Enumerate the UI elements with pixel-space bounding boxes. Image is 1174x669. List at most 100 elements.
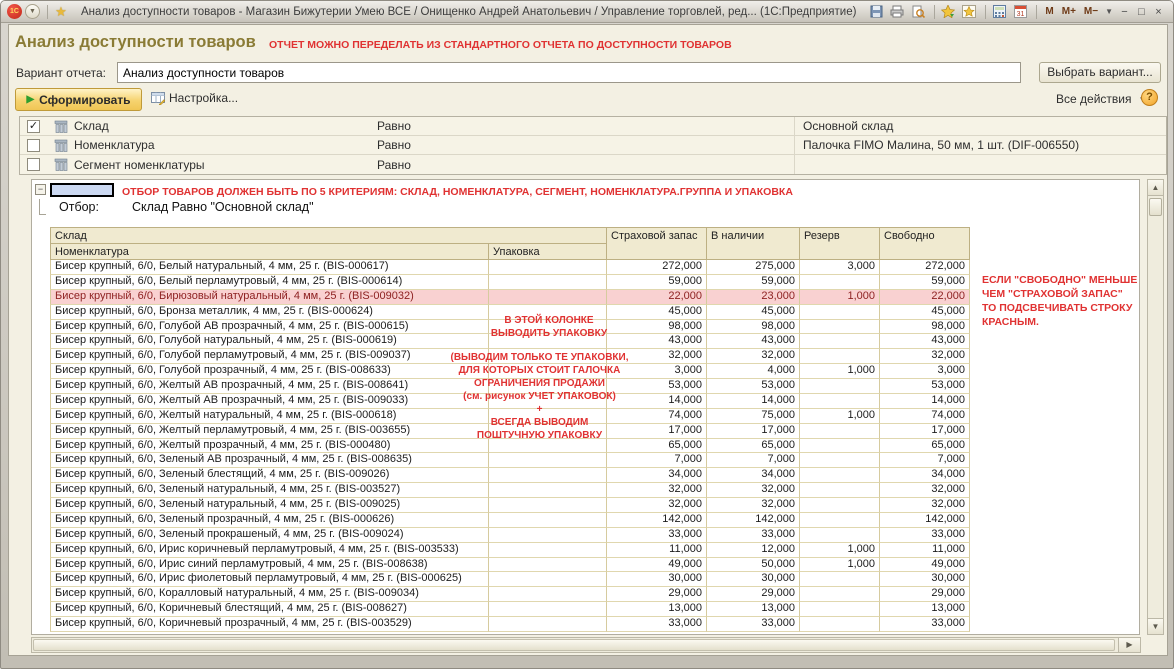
cell-packaging[interactable] xyxy=(489,558,607,573)
cell-reserve[interactable] xyxy=(800,275,880,290)
cell-safety-stock[interactable]: 7,000 xyxy=(607,453,707,468)
cell-free[interactable]: 14,000 xyxy=(880,394,970,409)
cell-nomenclature[interactable]: Бисер крупный, 6/0, Ирис фиолетовый перл… xyxy=(50,572,489,587)
cell-in-stock[interactable]: 32,000 xyxy=(707,483,800,498)
table-row[interactable]: Бисер крупный, 6/0, Зеленый натуральный,… xyxy=(50,498,970,513)
cell-packaging[interactable] xyxy=(489,543,607,558)
cell-packaging[interactable] xyxy=(489,513,607,528)
cell-nomenclature[interactable]: Бисер крупный, 6/0, Белый натуральный, 4… xyxy=(50,260,489,275)
cell-nomenclature[interactable]: Бисер крупный, 6/0, Голубой натуральный,… xyxy=(50,334,489,349)
cell-safety-stock[interactable]: 13,000 xyxy=(607,602,707,617)
favorites-icon[interactable] xyxy=(960,4,978,20)
cell-in-stock[interactable]: 7,000 xyxy=(707,453,800,468)
cell-in-stock[interactable]: 34,000 xyxy=(707,468,800,483)
cell-in-stock[interactable]: 43,000 xyxy=(707,334,800,349)
horizontal-scroll-thumb[interactable] xyxy=(33,639,1115,651)
calendar-icon[interactable]: 31 xyxy=(1011,4,1029,20)
cell-reserve[interactable] xyxy=(800,602,880,617)
cell-reserve[interactable] xyxy=(800,513,880,528)
cell-nomenclature[interactable]: Бисер крупный, 6/0, Бирюзовый натуральны… xyxy=(50,290,489,305)
cell-reserve[interactable] xyxy=(800,320,880,335)
cell-free[interactable]: 30,000 xyxy=(880,572,970,587)
minimize-button[interactable]: − xyxy=(1116,6,1133,18)
cell-packaging[interactable] xyxy=(489,483,607,498)
cell-in-stock[interactable]: 30,000 xyxy=(707,572,800,587)
filter-condition[interactable]: Равно xyxy=(369,158,794,172)
cell-free[interactable]: 22,000 xyxy=(880,290,970,305)
memory-m-button[interactable]: M xyxy=(1041,6,1057,17)
cell-safety-stock[interactable]: 98,000 xyxy=(607,320,707,335)
cell-reserve[interactable] xyxy=(800,572,880,587)
cell-packaging[interactable] xyxy=(489,468,607,483)
cell-nomenclature[interactable]: Бисер крупный, 6/0, Бронза металлик, 4 м… xyxy=(50,305,489,320)
cell-free[interactable]: 32,000 xyxy=(880,483,970,498)
cell-safety-stock[interactable]: 33,000 xyxy=(607,528,707,543)
cell-in-stock[interactable]: 53,000 xyxy=(707,379,800,394)
table-row[interactable]: Бисер крупный, 6/0, Зеленый АВ прозрачны… xyxy=(50,453,970,468)
filter-checkbox[interactable] xyxy=(27,139,40,152)
vertical-scroll-thumb[interactable] xyxy=(1149,198,1162,216)
cell-free[interactable]: 3,000 xyxy=(880,364,970,379)
cell-reserve[interactable]: 3,000 xyxy=(800,260,880,275)
cell-safety-stock[interactable]: 272,000 xyxy=(607,260,707,275)
cell-nomenclature[interactable]: Бисер крупный, 6/0, Зеленый прокрашеный,… xyxy=(50,528,489,543)
table-row[interactable]: Бисер крупный, 6/0, Бирюзовый натуральны… xyxy=(50,290,970,305)
cell-packaging[interactable] xyxy=(489,617,607,632)
cell-reserve[interactable] xyxy=(800,394,880,409)
cell-in-stock[interactable]: 75,000 xyxy=(707,409,800,424)
table-row[interactable]: Бисер крупный, 6/0, Зеленый натуральный,… xyxy=(50,483,970,498)
filter-condition[interactable]: Равно xyxy=(369,138,794,152)
cell-nomenclature[interactable]: Бисер крупный, 6/0, Зеленый АВ прозрачны… xyxy=(50,453,489,468)
collapse-group-button[interactable]: − xyxy=(35,184,46,195)
cell-free[interactable]: 272,000 xyxy=(880,260,970,275)
settings-button[interactable]: Настройка... xyxy=(151,91,238,105)
maximize-button[interactable]: □ xyxy=(1133,6,1150,18)
table-row[interactable]: Бисер крупный, 6/0, Коралловый натуральн… xyxy=(50,587,970,602)
cell-free[interactable]: 32,000 xyxy=(880,498,970,513)
cell-packaging[interactable] xyxy=(489,260,607,275)
cell-in-stock[interactable]: 17,000 xyxy=(707,424,800,439)
help-button[interactable]: ? xyxy=(1141,89,1158,106)
cell-in-stock[interactable]: 4,000 xyxy=(707,364,800,379)
filter-condition[interactable]: Равно xyxy=(369,119,794,133)
cell-in-stock[interactable]: 98,000 xyxy=(707,320,800,335)
cell-safety-stock[interactable]: 32,000 xyxy=(607,498,707,513)
table-row[interactable]: Бисер крупный, 6/0, Зеленый прокрашеный,… xyxy=(50,528,970,543)
table-row[interactable]: Бисер крупный, 6/0, Зеленый прозрачный, … xyxy=(50,513,970,528)
cell-reserve[interactable] xyxy=(800,424,880,439)
cell-reserve[interactable] xyxy=(800,483,880,498)
cell-packaging[interactable] xyxy=(489,453,607,468)
cell-safety-stock[interactable]: 30,000 xyxy=(607,572,707,587)
cell-reserve[interactable] xyxy=(800,379,880,394)
print-icon[interactable] xyxy=(888,4,906,20)
cell-free[interactable]: 34,000 xyxy=(880,468,970,483)
cell-reserve[interactable] xyxy=(800,617,880,632)
generate-button[interactable]: ▶ Сформировать xyxy=(15,88,142,111)
table-row[interactable]: Бисер крупный, 6/0, Белый натуральный, 4… xyxy=(50,260,970,275)
cell-reserve[interactable] xyxy=(800,528,880,543)
scroll-up-icon[interactable]: ▲ xyxy=(1148,180,1163,196)
memory-m-minus-button[interactable]: M− xyxy=(1080,6,1102,17)
cell-free[interactable]: 13,000 xyxy=(880,602,970,617)
cell-free[interactable]: 33,000 xyxy=(880,528,970,543)
scroll-right-icon[interactable]: ▶ xyxy=(1118,638,1140,652)
cell-free[interactable]: 65,000 xyxy=(880,439,970,454)
cell-in-stock[interactable]: 65,000 xyxy=(707,439,800,454)
table-row[interactable]: Бисер крупный, 6/0, Зеленый блестящий, 4… xyxy=(50,468,970,483)
cell-safety-stock[interactable]: 29,000 xyxy=(607,587,707,602)
cell-safety-stock[interactable]: 49,000 xyxy=(607,558,707,573)
col-header-in-stock[interactable]: В наличии xyxy=(706,227,800,260)
cell-nomenclature[interactable]: Бисер крупный, 6/0, Белый перламутровый,… xyxy=(50,275,489,290)
cell-in-stock[interactable]: 32,000 xyxy=(707,349,800,364)
cell-nomenclature[interactable]: Бисер крупный, 6/0, Коричневый блестящий… xyxy=(50,602,489,617)
col-header-free[interactable]: Свободно xyxy=(879,227,970,260)
cell-free[interactable]: 142,000 xyxy=(880,513,970,528)
all-actions-button[interactable]: Все действия ▼ xyxy=(1056,92,1149,106)
variant-input[interactable] xyxy=(117,62,1021,83)
cell-safety-stock[interactable]: 32,000 xyxy=(607,483,707,498)
filter-checkbox[interactable]: ✓ xyxy=(27,120,40,133)
table-row[interactable]: Бисер крупный, 6/0, Коричневый блестящий… xyxy=(50,602,970,617)
col-header-reserve[interactable]: Резерв xyxy=(799,227,880,260)
cell-free[interactable]: 11,000 xyxy=(880,543,970,558)
cell-nomenclature[interactable]: Бисер крупный, 6/0, Ирис синий перламутр… xyxy=(50,558,489,573)
